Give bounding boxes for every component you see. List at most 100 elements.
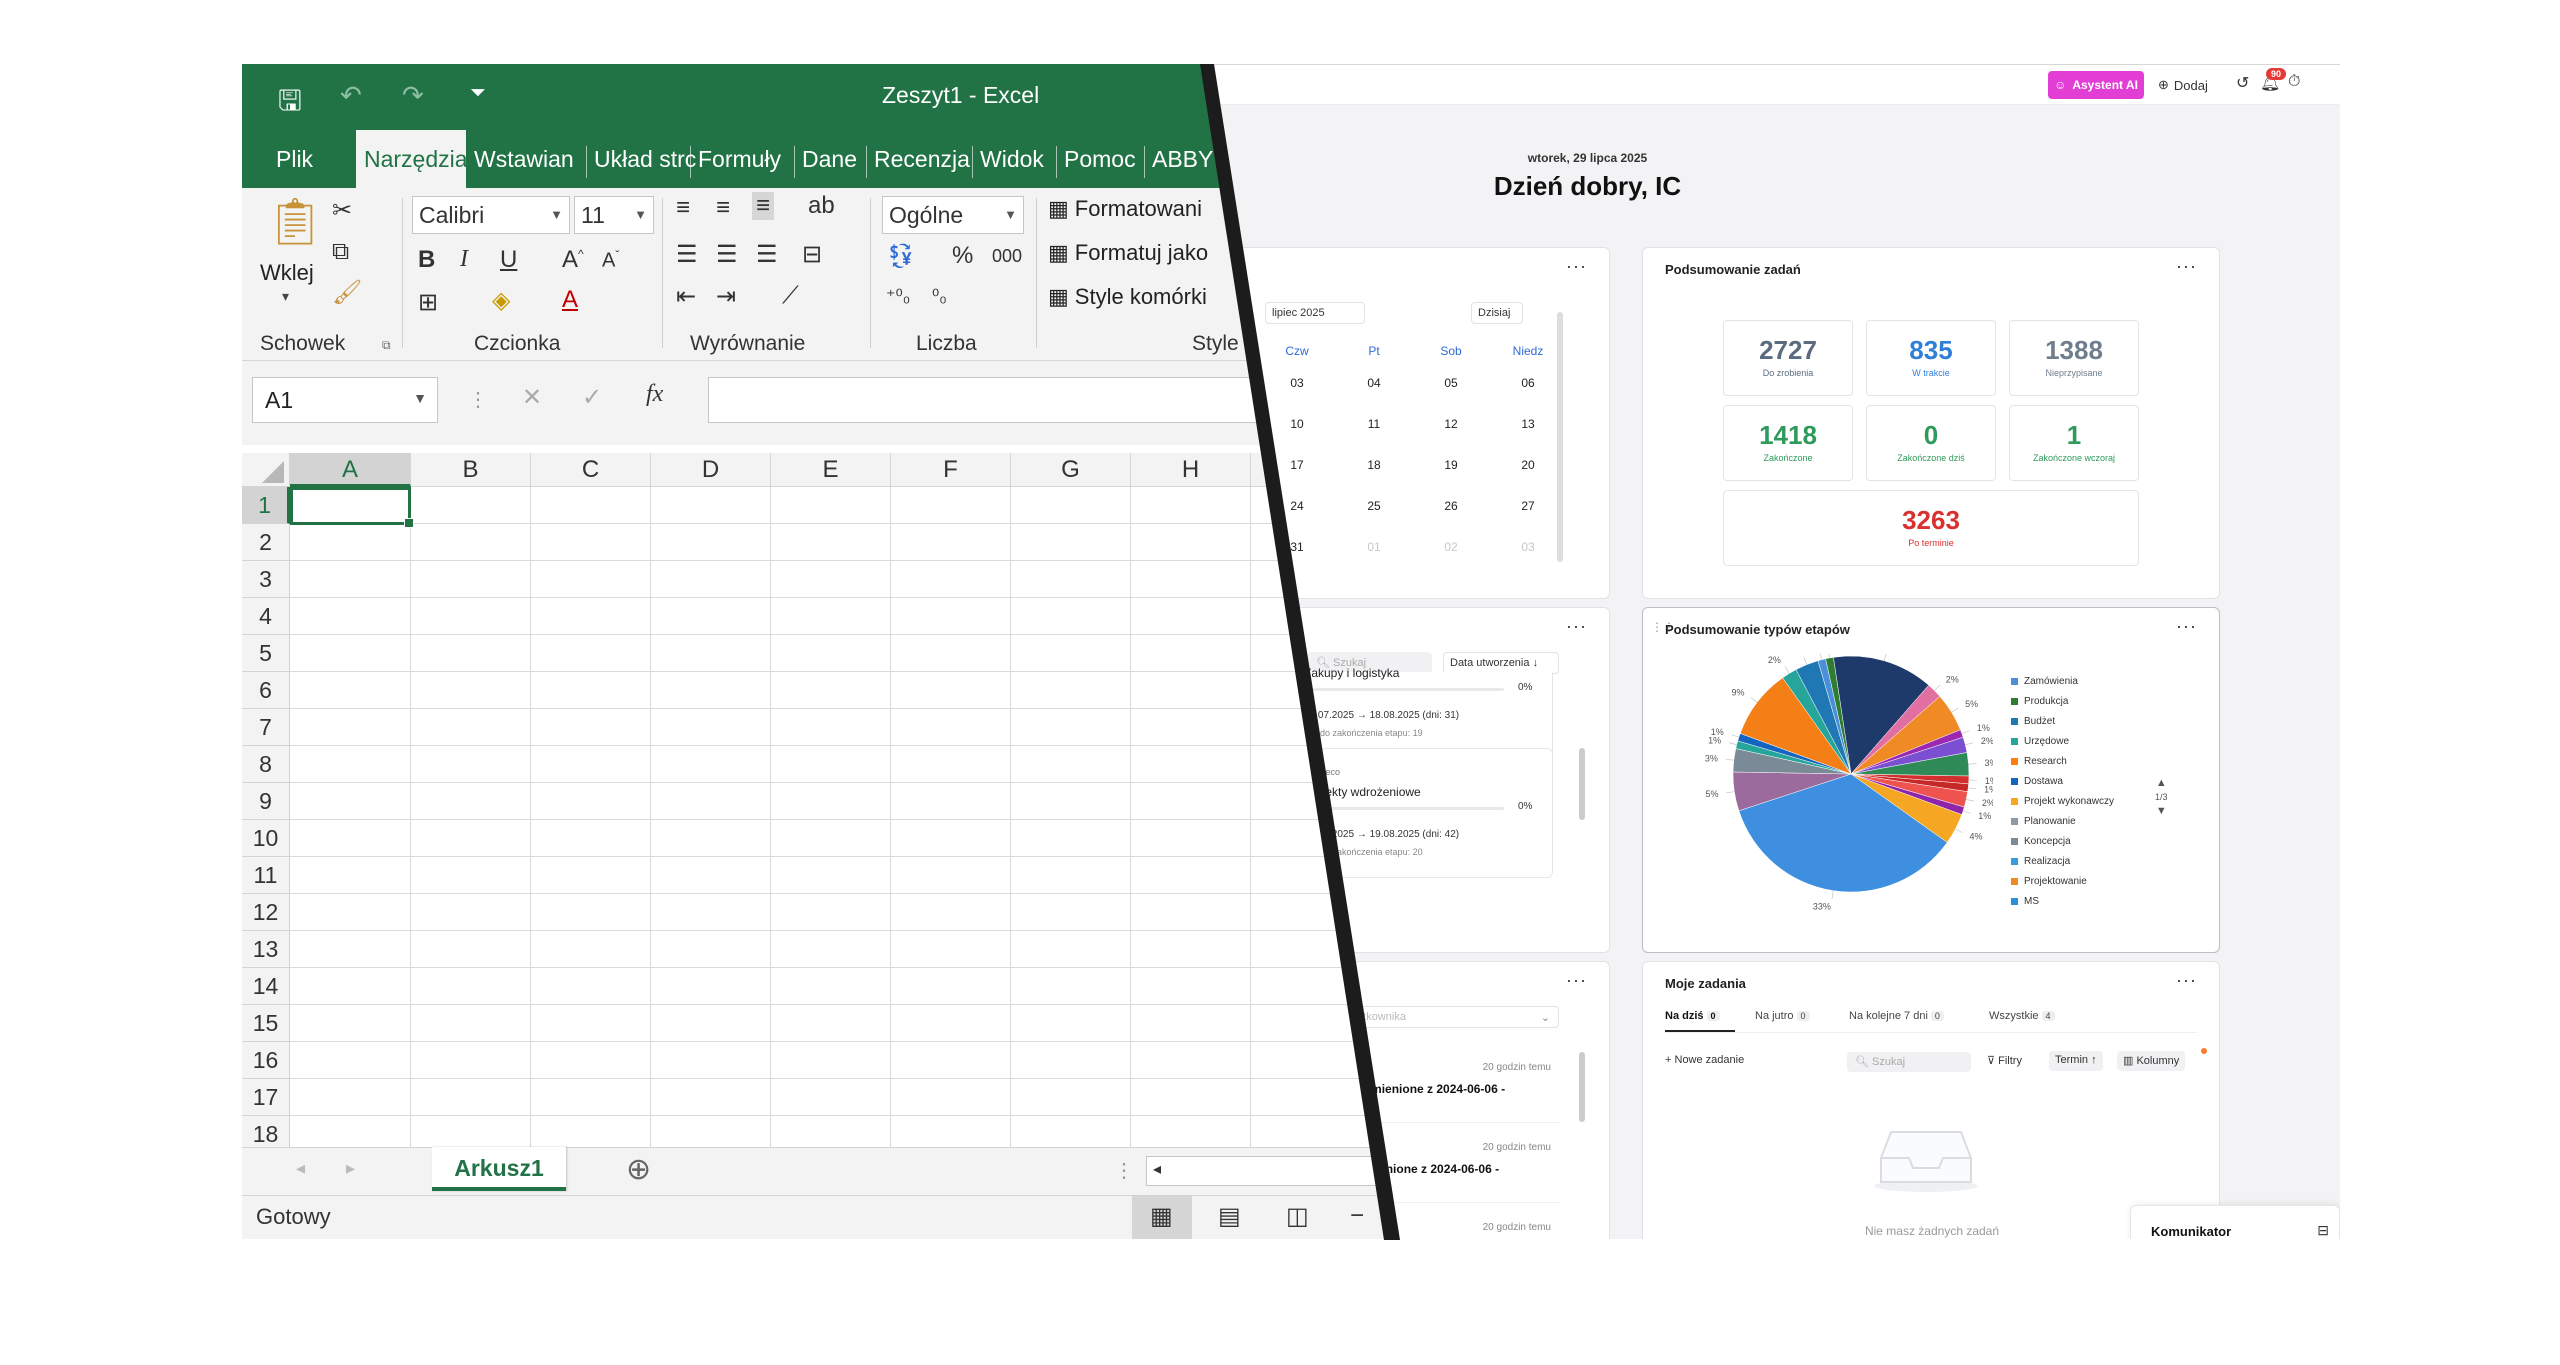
decrease-indent-icon[interactable]: ⇤	[676, 282, 696, 311]
confirm-icon[interactable]: ✓	[582, 383, 602, 412]
align-middle-icon[interactable]: ≡	[716, 194, 730, 222]
calendar-day[interactable]: 05	[1421, 376, 1481, 390]
page-break-view-icon[interactable]: ◫	[1286, 1202, 1309, 1231]
cell-styles-button[interactable]: ▦ Style komórki	[1048, 284, 1207, 310]
row-header[interactable]: 16	[242, 1042, 290, 1079]
tab-home[interactable]: Narzędzia	[356, 130, 468, 188]
row-header[interactable]: 10	[242, 820, 290, 857]
more-options-icon[interactable]: ···	[1566, 616, 1587, 637]
row-header[interactable]: 4	[242, 598, 290, 635]
name-box[interactable]: A1 ▼	[252, 377, 438, 423]
tab-formulas[interactable]: Formuły	[698, 130, 781, 188]
calendar-day[interactable]: 04	[1344, 376, 1404, 390]
align-center-icon[interactable]: ☰	[716, 240, 738, 269]
format-painter-icon[interactable]: 🖌︎	[332, 278, 362, 307]
italic-icon[interactable]: I	[460, 246, 468, 273]
column-header[interactable]: A	[290, 453, 411, 487]
sheet-tab-arkusz1[interactable]: Arkusz1	[432, 1147, 566, 1191]
legend-item[interactable]: Projektowanie	[2011, 876, 2087, 887]
calendar-day[interactable]: 20	[1498, 458, 1558, 472]
row-header[interactable]: 9	[242, 783, 290, 820]
legend-item[interactable]: Planowanie	[2011, 816, 2076, 827]
sort-by-created-button[interactable]: Data utworzenia ↓	[1443, 652, 1559, 674]
tab-next-7-days[interactable]: Na kolejne 7 dni 0	[1849, 1010, 1944, 1022]
legend-item[interactable]: Produkcja	[2011, 696, 2068, 707]
select-all-corner[interactable]	[242, 453, 290, 487]
activity-scrollbar[interactable]	[1579, 1052, 1585, 1122]
spreadsheet-grid[interactable]: A B C D E F G H 1 2 3 4 5 6 7 8 9 10 11 12 13 14 15 16 1…	[242, 445, 1392, 1153]
row-header[interactable]: 13	[242, 931, 290, 968]
more-options-icon[interactable]: ···	[2176, 256, 2197, 277]
tab-tomorrow[interactable]: Na jutro 0	[1755, 1010, 1810, 1022]
paste-button[interactable]: Wklej	[260, 260, 314, 286]
format-as-table-button[interactable]: ▦ Formatuj jako	[1048, 240, 1208, 266]
tab-insert[interactable]: Wstawian	[474, 130, 574, 188]
calendar-day-next-month[interactable]: 03	[1498, 540, 1558, 554]
sheet-scroll-right-icon[interactable]: ▸	[346, 1158, 355, 1179]
tab-view[interactable]: Widok	[980, 130, 1044, 188]
align-bottom-icon[interactable]: ≡	[752, 192, 775, 220]
font-size-select[interactable]: 11 ▼	[574, 196, 654, 234]
pie-chart[interactable]: 13%2%5%1%2%3%1%1%2%1%4%33%5%3%1%1%9%2%3%…	[1643, 654, 1993, 944]
tab-abbyy[interactable]: ABBY	[1152, 130, 1213, 188]
copy-icon[interactable]: ⧉	[332, 238, 349, 266]
row-header[interactable]: 15	[242, 1005, 290, 1042]
calendar-day[interactable]: 27	[1498, 499, 1558, 513]
tab-today[interactable]: Na dziś 0	[1665, 1010, 1720, 1022]
deadline-sort-button[interactable]: Termin ↑	[2049, 1051, 2103, 1071]
column-header[interactable]: H	[1131, 453, 1251, 487]
font-color-icon[interactable]: A	[562, 286, 578, 314]
more-options-icon[interactable]: ···	[1566, 256, 1587, 277]
legend-item[interactable]: Urzędowe	[2011, 736, 2069, 747]
calendar-day-next-month[interactable]: 02	[1421, 540, 1481, 554]
column-header[interactable]: C	[531, 453, 651, 487]
legend-pager[interactable]: ▲ 1/3 ▼	[2155, 776, 2168, 818]
row-header[interactable]: 8	[242, 746, 290, 783]
underline-icon[interactable]: U	[500, 246, 517, 274]
calendar-day[interactable]: 25	[1344, 499, 1404, 513]
legend-item[interactable]: Projekt wykonawczy	[2011, 796, 2114, 807]
row-header[interactable]: 3	[242, 561, 290, 598]
legend-item[interactable]: MS	[2011, 896, 2039, 907]
column-header[interactable]: F	[891, 453, 1011, 487]
filters-button[interactable]: ⊽ Filtry	[1981, 1051, 2028, 1071]
communicator-panel[interactable]: Komunikator ⊟	[2130, 1205, 2340, 1239]
legend-item[interactable]: Budżet	[2011, 716, 2055, 727]
row-header[interactable]: 2	[242, 524, 290, 561]
calendar-day[interactable]: 10	[1267, 417, 1327, 431]
thousands-separator-icon[interactable]: 000	[992, 246, 1022, 267]
undo-icon[interactable]: ↶	[340, 80, 362, 111]
tab-review[interactable]: Recenzja	[874, 130, 970, 188]
active-cell-a1[interactable]	[290, 487, 414, 528]
tab-help[interactable]: Pomoc	[1064, 130, 1136, 188]
today-button[interactable]: Dzisiaj	[1471, 302, 1523, 324]
tab-data[interactable]: Dane	[802, 130, 857, 188]
row-header[interactable]: 14	[242, 968, 290, 1005]
legend-item[interactable]: Realizacja	[2011, 856, 2070, 867]
history-icon[interactable]: ↺	[2236, 73, 2249, 93]
calendar-day[interactable]: 17	[1267, 458, 1327, 472]
fill-color-icon[interactable]: ◈	[492, 286, 510, 315]
save-icon[interactable]: 🖫︎	[278, 80, 302, 128]
align-top-icon[interactable]: ≡	[676, 194, 690, 222]
stat-in-progress[interactable]: 835 W trakcie	[1866, 320, 1996, 396]
calendar-day[interactable]: 18	[1344, 458, 1404, 472]
percent-icon[interactable]: %	[952, 242, 973, 270]
triangle-up-icon[interactable]: ▲	[2155, 776, 2168, 790]
row-header[interactable]: 6	[242, 672, 290, 709]
stat-overdue[interactable]: 3263 Po terminie	[1723, 490, 2139, 566]
increase-font-icon[interactable]: A^	[562, 246, 584, 274]
legend-item[interactable]: Zamówienia	[2011, 676, 2078, 687]
calendar-day[interactable]: 11	[1344, 417, 1404, 431]
stat-completed-yesterday[interactable]: 1 Zakończone wczoraj	[2009, 405, 2139, 481]
merge-center-icon[interactable]: ⊟	[802, 240, 822, 269]
calendar-day[interactable]: 26	[1421, 499, 1481, 513]
normal-view-button[interactable]: ▦	[1132, 1196, 1192, 1239]
legend-item[interactable]: Research	[2011, 756, 2067, 767]
column-header[interactable]: E	[771, 453, 891, 487]
sheet-scroll-left-icon[interactable]: ◂	[296, 1158, 305, 1179]
legend-item[interactable]: Dostawa	[2011, 776, 2063, 787]
more-options-icon[interactable]: ···	[2176, 616, 2197, 637]
currency-icon[interactable]: 💱︎	[886, 242, 916, 271]
task-search-input[interactable]: 🔍︎ Szukaj	[1847, 1052, 1971, 1072]
